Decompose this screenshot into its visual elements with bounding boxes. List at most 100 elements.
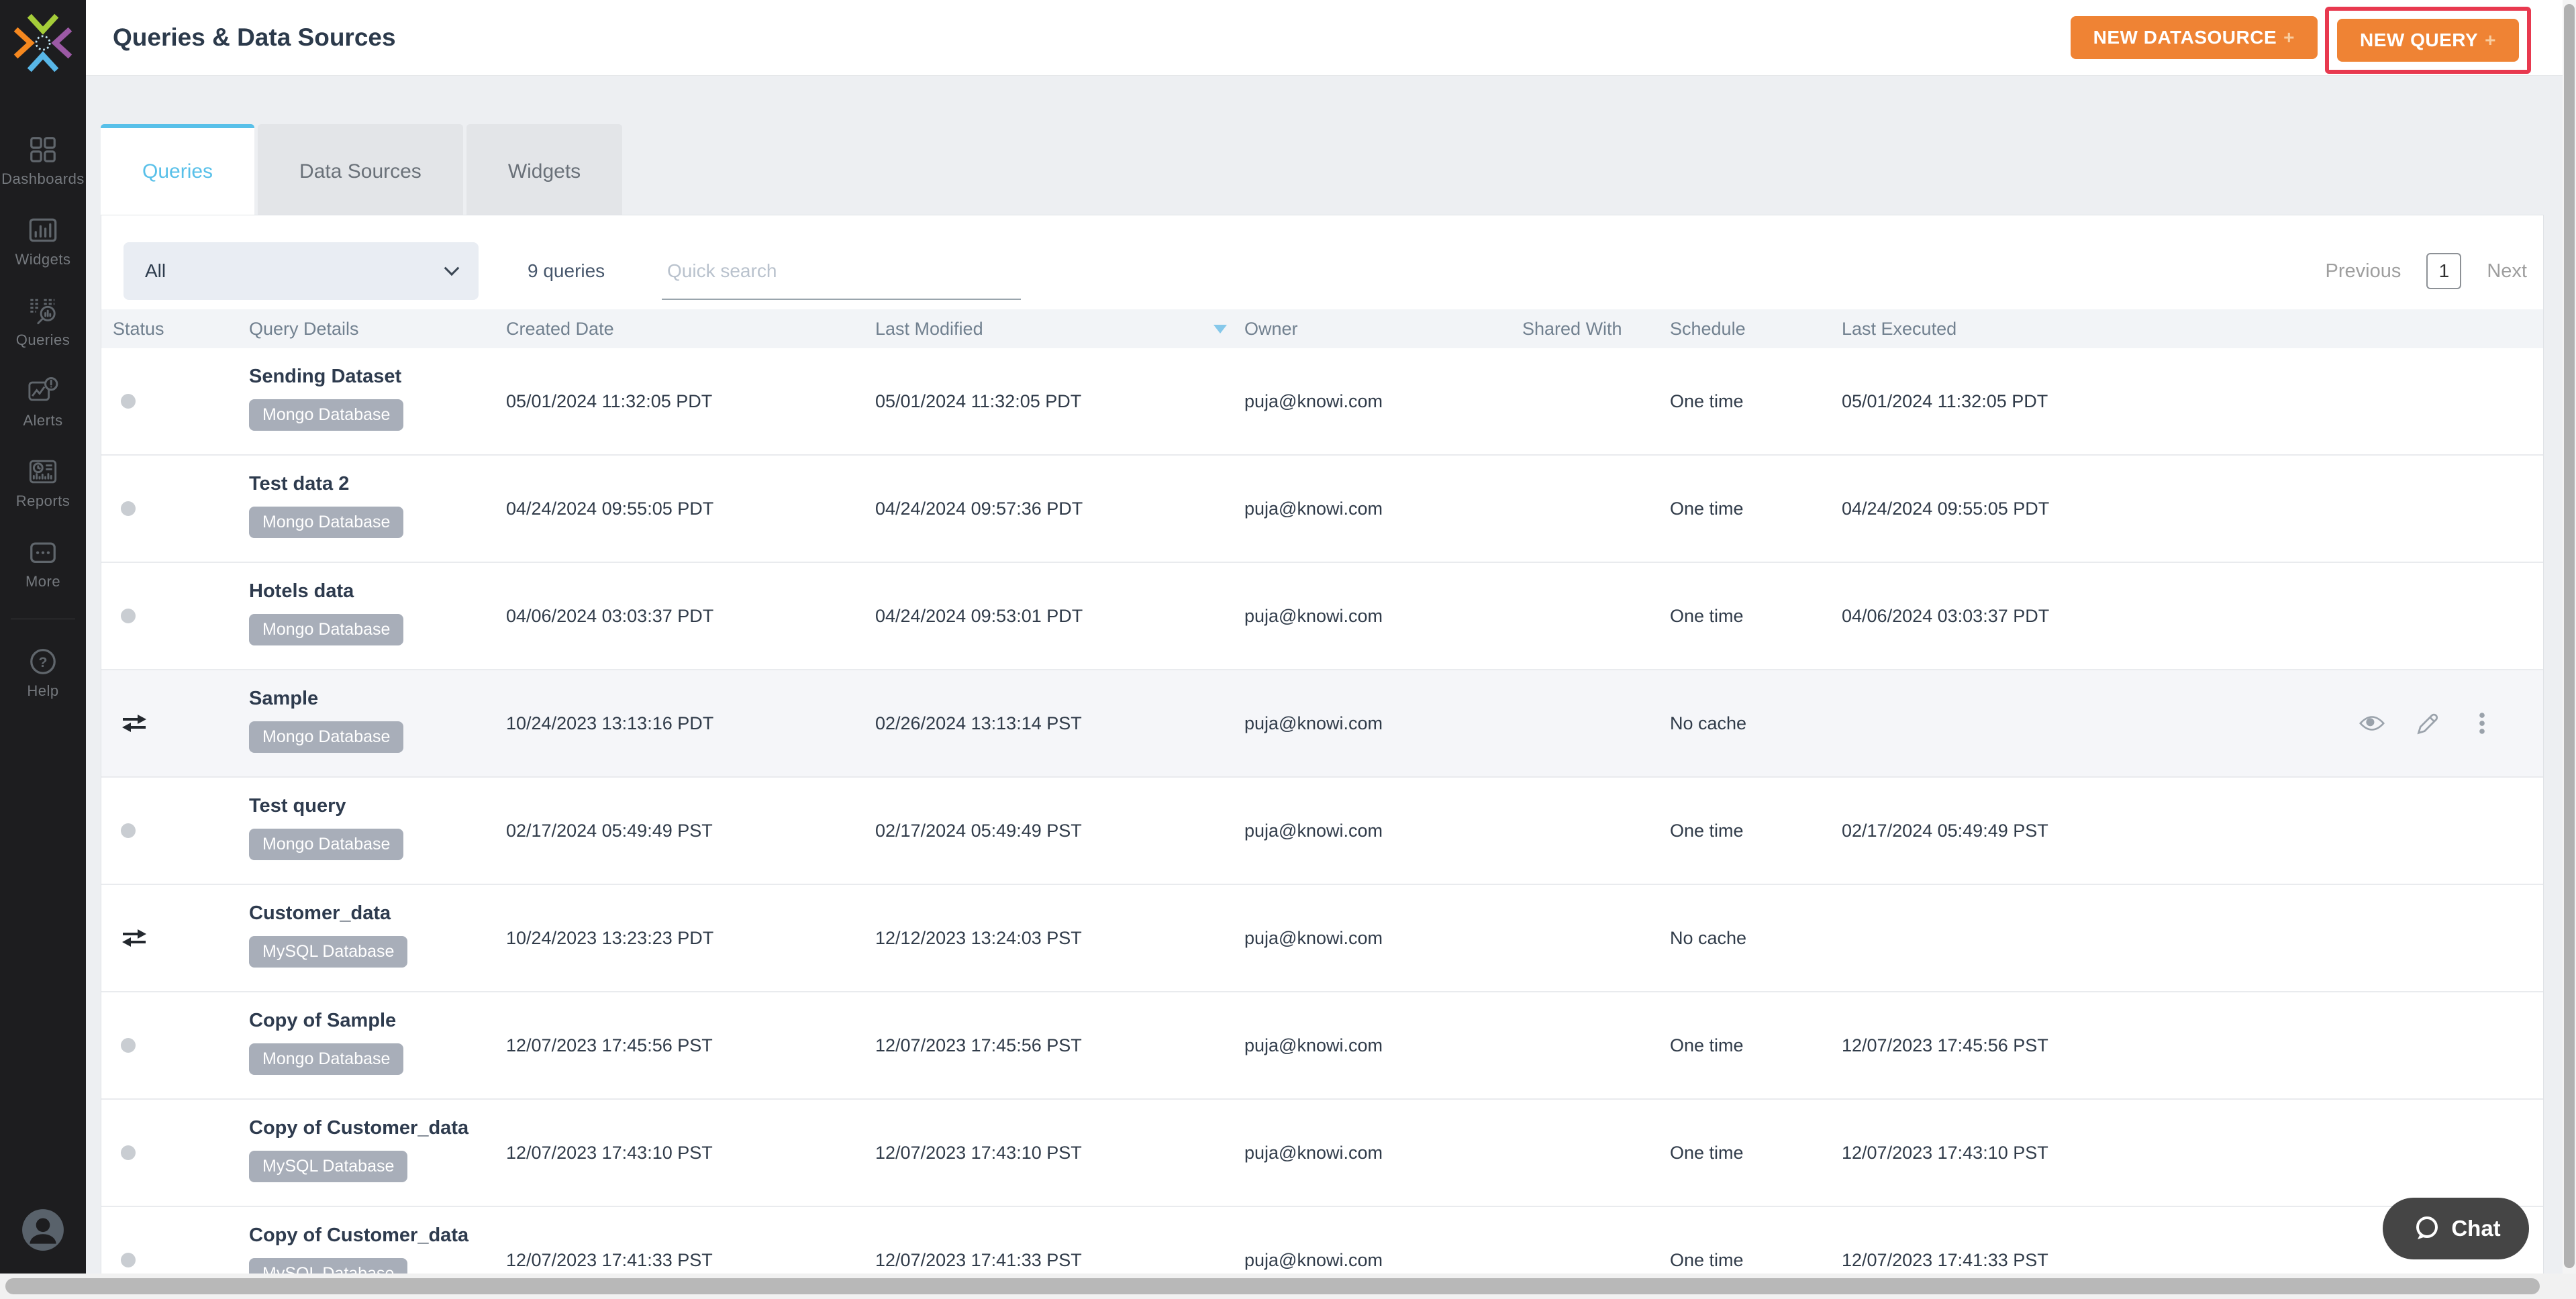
column-header-last-executed[interactable]: Last Executed (1842, 319, 2216, 340)
last-executed-cell: 04/06/2024 03:03:37 PDT (1842, 605, 2050, 626)
query-name[interactable]: Sample (249, 688, 318, 710)
query-name[interactable]: Copy of Sample (249, 1010, 396, 1032)
current-page-box[interactable]: 1 (2426, 253, 2462, 289)
sidebar-item-help[interactable]: ? Help (27, 646, 58, 700)
table-header-row: Status Query Details Created Date Last M… (101, 309, 2543, 348)
sidebar-item-alerts[interactable]: Alerts (23, 376, 62, 429)
shared-with-cell (1522, 563, 1670, 669)
column-header-query-details[interactable]: Query Details (249, 319, 506, 340)
sidebar-item-dashboards[interactable]: Dashboards (1, 134, 85, 188)
pagination: Previous 1 Next (2326, 242, 2527, 300)
query-details-cell: Customer_data MySQL Database (249, 885, 506, 991)
created-date-cell: 10/24/2023 13:23:23 PDT (506, 927, 714, 948)
reports-icon (29, 460, 57, 484)
last-executed-cell: 12/07/2023 17:45:56 PST (1842, 1035, 2048, 1055)
tab-data-sources[interactable]: Data Sources (258, 124, 463, 215)
table-row[interactable]: Hotels data Mongo Database 04/06/2024 03… (101, 563, 2543, 670)
chat-label: Chat (2451, 1216, 2501, 1241)
shared-with-cell (1522, 1100, 1670, 1206)
schedule-cell: One time (1670, 1142, 1744, 1163)
status-cell (113, 1207, 249, 1274)
new-query-button[interactable]: NEW QUERY + (2337, 19, 2519, 62)
shared-with-cell (1522, 670, 1670, 776)
horizontal-scrollbar-thumb[interactable] (5, 1278, 2540, 1294)
table-row[interactable]: Test data 2 Mongo Database 04/24/2024 09… (101, 456, 2543, 563)
quick-search-input[interactable] (662, 244, 1021, 300)
sidebar: Dashboards Widgets Queries Alerts Report… (0, 0, 86, 1274)
query-name[interactable]: Sending Dataset (249, 366, 401, 388)
sidebar-item-reports[interactable]: Reports (16, 456, 70, 510)
created-date-cell: 02/17/2024 05:49:49 PST (506, 820, 713, 841)
vertical-scrollbar-thumb[interactable] (2564, 4, 2575, 1268)
query-name[interactable]: Test query (249, 795, 346, 817)
table-row[interactable]: Customer_data MySQL Database 10/24/2023 … (101, 885, 2543, 992)
column-header-owner[interactable]: Owner (1244, 319, 1522, 340)
table-row[interactable]: Sample Mongo Database 10/24/2023 13:13:1… (101, 670, 2543, 778)
sidebar-item-queries[interactable]: Queries (16, 295, 70, 349)
table-row[interactable]: Test query Mongo Database 02/17/2024 05:… (101, 778, 2543, 885)
status-cell (113, 348, 249, 454)
created-date-cell: 12/07/2023 17:43:10 PST (506, 1142, 713, 1163)
column-header-created-date[interactable]: Created Date (506, 319, 875, 340)
content-area: Queries Data Sources Widgets All 9 queri… (86, 76, 2563, 1274)
shared-with-cell (1522, 992, 1670, 1098)
table-row[interactable]: Copy of Customer_data MySQL Database 12/… (101, 1100, 2543, 1207)
query-name[interactable]: Hotels data (249, 580, 354, 603)
user-avatar[interactable] (21, 1208, 65, 1252)
query-name[interactable]: Copy of Customer_data (249, 1225, 468, 1247)
query-name[interactable]: Customer_data (249, 902, 391, 925)
sort-desc-icon[interactable] (1213, 324, 1227, 333)
page-header: Queries & Data Sources NEW DATASOURCE + N… (86, 0, 2563, 76)
filter-dropdown[interactable]: All (123, 242, 479, 300)
created-date-cell: 05/01/2024 11:32:05 PDT (506, 391, 713, 411)
sidebar-item-label: Widgets (15, 251, 71, 268)
tab-queries[interactable]: Queries (101, 124, 255, 215)
last-executed-cell: 12/07/2023 17:41:33 PST (1842, 1249, 2048, 1270)
tab-widgets[interactable]: Widgets (466, 124, 623, 215)
edit-pencil-icon[interactable] (2414, 712, 2440, 735)
sidebar-item-widgets[interactable]: Widgets (15, 215, 71, 268)
table-row[interactable]: Copy of Customer_data MySQL Database 12/… (101, 1207, 2543, 1274)
chat-button[interactable]: Chat (2383, 1198, 2529, 1259)
sidebar-item-more[interactable]: More (26, 537, 60, 590)
last-modified-cell: 02/26/2024 13:13:14 PST (875, 713, 1082, 733)
previous-page-button[interactable]: Previous (2326, 260, 2401, 282)
kebab-menu-icon[interactable] (2469, 712, 2495, 735)
column-header-shared-with[interactable]: Shared With (1522, 319, 1670, 340)
datasource-badge: Mongo Database (249, 614, 404, 645)
status-cell (113, 992, 249, 1098)
query-count: 9 queries (528, 260, 605, 281)
toolbar: All 9 queries Previous 1 Next (101, 215, 2543, 309)
last-modified-cell: 12/07/2023 17:41:33 PST (875, 1249, 1082, 1270)
datasource-badge: MySQL Database (249, 936, 408, 968)
owner-cell: puja@knowi.com (1244, 498, 1383, 519)
preview-eye-icon[interactable] (2359, 712, 2385, 735)
last-executed-cell: 05/01/2024 11:32:05 PDT (1842, 391, 2048, 411)
last-executed-cell (1842, 885, 2216, 991)
owner-cell: puja@knowi.com (1244, 1142, 1383, 1163)
created-date-cell: 10/24/2023 13:13:16 PDT (506, 713, 714, 733)
last-modified-cell: 04/24/2024 09:53:01 PDT (875, 605, 1083, 626)
datasource-badge: Mongo Database (249, 507, 404, 538)
table-row[interactable]: Sending Dataset Mongo Database 05/01/202… (101, 348, 2543, 456)
query-details-cell: Test query Mongo Database (249, 778, 506, 884)
last-modified-cell: 12/07/2023 17:45:56 PST (875, 1035, 1082, 1055)
status-dot-icon (121, 823, 136, 838)
next-page-button[interactable]: Next (2487, 260, 2527, 282)
horizontal-scrollbar[interactable] (0, 1274, 2576, 1299)
table-row[interactable]: Copy of Sample Mongo Database 12/07/2023… (101, 992, 2543, 1100)
query-name[interactable]: Copy of Customer_data (249, 1117, 468, 1139)
sidebar-item-label: Dashboards (1, 170, 85, 187)
vertical-scrollbar[interactable] (2563, 0, 2576, 1274)
new-datasource-button[interactable]: NEW DATASOURCE + (2070, 16, 2318, 59)
column-header-schedule[interactable]: Schedule (1670, 319, 1842, 340)
column-header-status[interactable]: Status (113, 319, 249, 340)
chat-bubble-icon (2416, 1216, 2438, 1239)
knowi-logo[interactable] (12, 11, 74, 75)
query-details-cell: Sample Mongo Database (249, 670, 506, 776)
query-details-cell: Test data 2 Mongo Database (249, 456, 506, 562)
column-header-last-modified[interactable]: Last Modified (875, 319, 1244, 340)
status-cell (113, 563, 249, 669)
datasource-badge: MySQL Database (249, 1258, 408, 1274)
query-name[interactable]: Test data 2 (249, 473, 349, 495)
